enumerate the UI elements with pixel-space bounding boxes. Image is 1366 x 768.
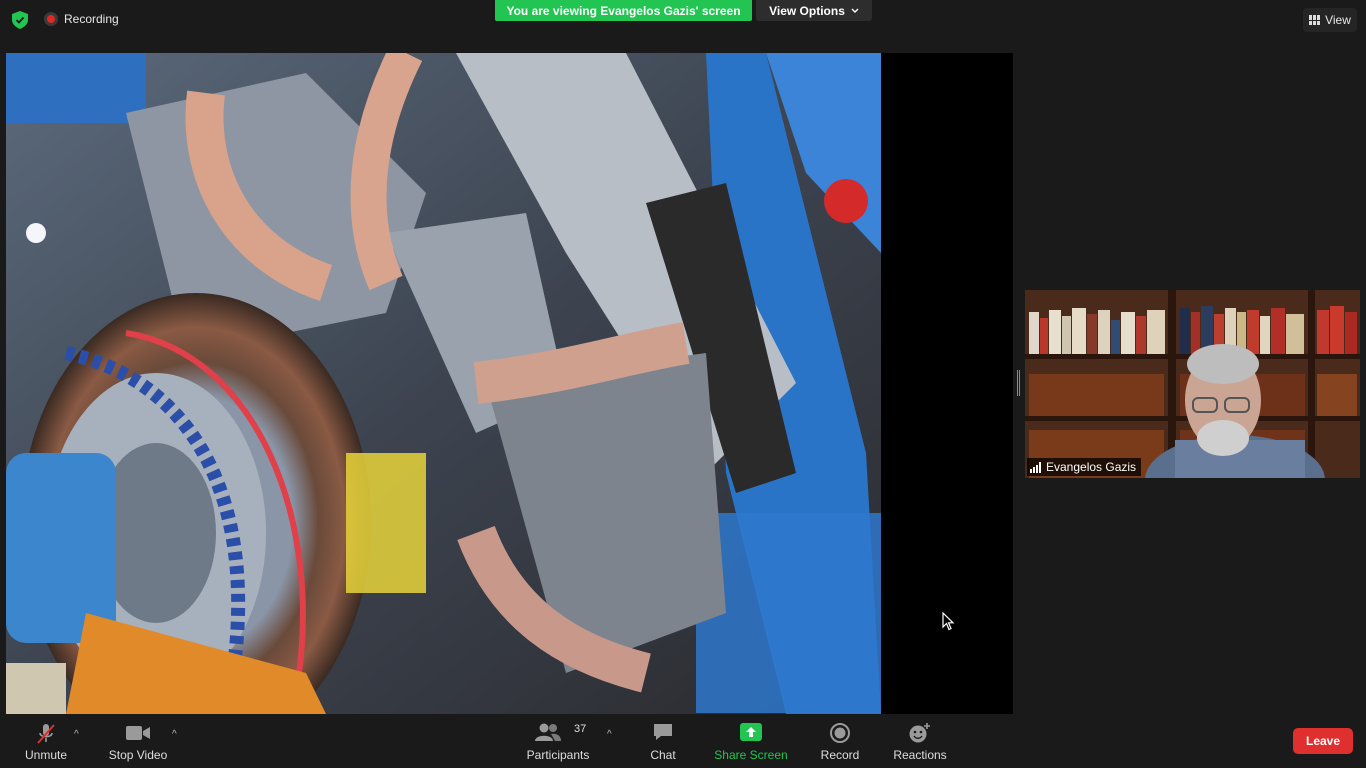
stop-video-button[interactable]: Stop Video [106,716,170,768]
encryption-shield-icon[interactable] [12,11,28,29]
chat-button[interactable]: Chat [644,716,682,768]
meeting-top-bar: Recording You are viewing Evangelos Gazi… [0,0,1366,40]
stop-video-label: Stop Video [108,748,168,762]
view-button[interactable]: View [1303,8,1357,32]
record-button[interactable]: Record [818,716,862,768]
reactions-button[interactable]: Reactions [892,716,948,768]
participant-video-tile[interactable]: Evangelos Gazis [1025,290,1360,478]
video-camera-icon [126,726,150,740]
participants-icon [534,723,561,741]
audio-options-caret-icon[interactable]: ^ [74,729,79,740]
participant-name: Evangelos Gazis [1046,460,1137,474]
gallery-grid-icon [1309,15,1321,25]
viewing-screen-banner: You are viewing Evangelos Gazis' screen [495,0,752,21]
connection-strength-icon [1030,461,1041,473]
participants-options-caret-icon[interactable]: ^ [607,729,612,740]
microphone-muted-icon [37,724,55,744]
record-icon [830,723,850,743]
view-label: View [1325,13,1351,27]
video-options-caret-icon[interactable]: ^ [172,729,177,740]
participants-count: 37 [574,723,587,735]
recording-icon [44,12,58,26]
chat-bubble-icon [654,724,672,740]
share-screen-label: Share Screen [714,748,788,762]
reactions-label: Reactions [893,748,947,762]
view-options-button[interactable]: View Options [756,0,872,21]
leave-button[interactable]: Leave [1293,728,1353,754]
mouse-cursor-icon [942,612,955,631]
participants-label: Participants [526,748,590,762]
chat-label: Chat [650,748,676,762]
shared-screen-image [6,53,881,714]
unmute-button[interactable]: Unmute [18,716,74,768]
meeting-toolbar: Unmute ^ Stop Video ^ 37 Participants ^ … [0,716,1366,768]
share-screen-button[interactable]: Share Screen [714,716,788,768]
record-label: Record [820,748,860,762]
participant-name-tag: Evangelos Gazis [1027,458,1142,476]
participants-button[interactable]: 37 Participants [524,716,592,768]
share-screen-icon [740,723,762,741]
chevron-down-icon [851,8,859,13]
emoji-reactions-icon [909,723,930,743]
view-options-label: View Options [769,3,845,18]
recording-indicator[interactable]: Recording [44,12,119,26]
shared-screen[interactable] [6,53,1013,714]
unmute-label: Unmute [24,748,68,762]
recording-label: Recording [64,12,119,26]
participant-video-feed [1025,290,1360,478]
panel-resize-handle[interactable] [1017,370,1020,396]
